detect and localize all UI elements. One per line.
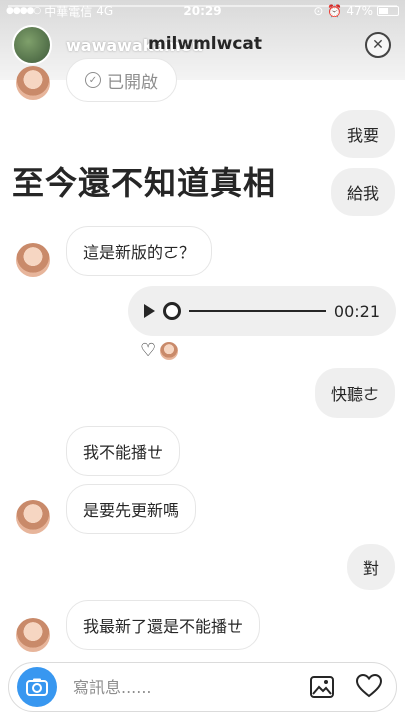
status-bar: ●●●●○ 中華電信 4G 20:29 ⊙ ⏰ 47% xyxy=(0,0,405,22)
message-text: 是要先更新嗎 xyxy=(83,501,180,520)
message-bubble-incoming[interactable]: 我最新了還是不能播ㄝ xyxy=(66,600,261,650)
gallery-icon xyxy=(310,676,334,698)
clock: 20:29 xyxy=(183,4,222,18)
message-bubble-outgoing[interactable]: 給我 xyxy=(330,168,395,216)
gallery-button[interactable] xyxy=(310,676,334,702)
message-text: 對 xyxy=(362,559,379,578)
close-icon: ✕ xyxy=(372,37,384,53)
opened-label: 已開啟 xyxy=(107,72,158,93)
like-button[interactable] xyxy=(355,673,383,702)
voice-message[interactable]: 00:21 xyxy=(128,286,396,336)
message-input[interactable] xyxy=(73,677,283,697)
message-bubble-incoming[interactable]: 這是新版的ㄛ？ xyxy=(66,226,213,276)
camera-button[interactable] xyxy=(17,667,57,707)
check-circle-icon: ✓ xyxy=(85,72,101,88)
camera-icon xyxy=(26,678,48,696)
message-bubble-incoming[interactable]: 是要先更新嗎 xyxy=(66,484,197,534)
message-text: 快聽ㄜ xyxy=(330,385,379,404)
battery-icon xyxy=(377,6,399,16)
avatar[interactable] xyxy=(16,243,50,277)
scrubber-handle[interactable] xyxy=(163,302,181,320)
avatar[interactable] xyxy=(16,500,50,534)
avatar[interactable] xyxy=(16,66,50,100)
avatar[interactable] xyxy=(16,618,50,652)
message-bubble-incoming[interactable]: 我不能播ㄝ xyxy=(66,426,181,476)
story-avatar[interactable] xyxy=(12,25,52,65)
heart-icon: ♡ xyxy=(140,340,157,361)
message-composer xyxy=(8,662,397,712)
message-text: 我要 xyxy=(346,126,379,145)
opened-status: ✓ 已開啟 xyxy=(66,58,177,102)
reactor-avatar xyxy=(160,341,179,360)
play-icon[interactable] xyxy=(144,304,155,318)
message-text: 這是新版的ㄛ？ xyxy=(83,243,196,262)
story-caption: 至今還不知道真相 xyxy=(12,164,277,202)
heart-icon xyxy=(355,673,383,698)
message-text: 我不能播ㄝ xyxy=(83,443,164,462)
message-reaction[interactable]: ♡ xyxy=(140,340,179,361)
message-bubble-outgoing[interactable]: 對 xyxy=(346,544,395,590)
voice-duration: 00:21 xyxy=(333,301,380,321)
message-bubble-outgoing[interactable]: 我要 xyxy=(330,110,395,158)
close-button[interactable]: ✕ xyxy=(365,32,391,58)
thread-title: milwmlwcat xyxy=(148,34,262,54)
message-text: 給我 xyxy=(346,184,379,203)
message-text: 我最新了還是不能播ㄝ xyxy=(83,617,244,636)
audio-track[interactable] xyxy=(189,310,326,312)
message-bubble-outgoing[interactable]: 快聽ㄜ xyxy=(314,368,395,418)
